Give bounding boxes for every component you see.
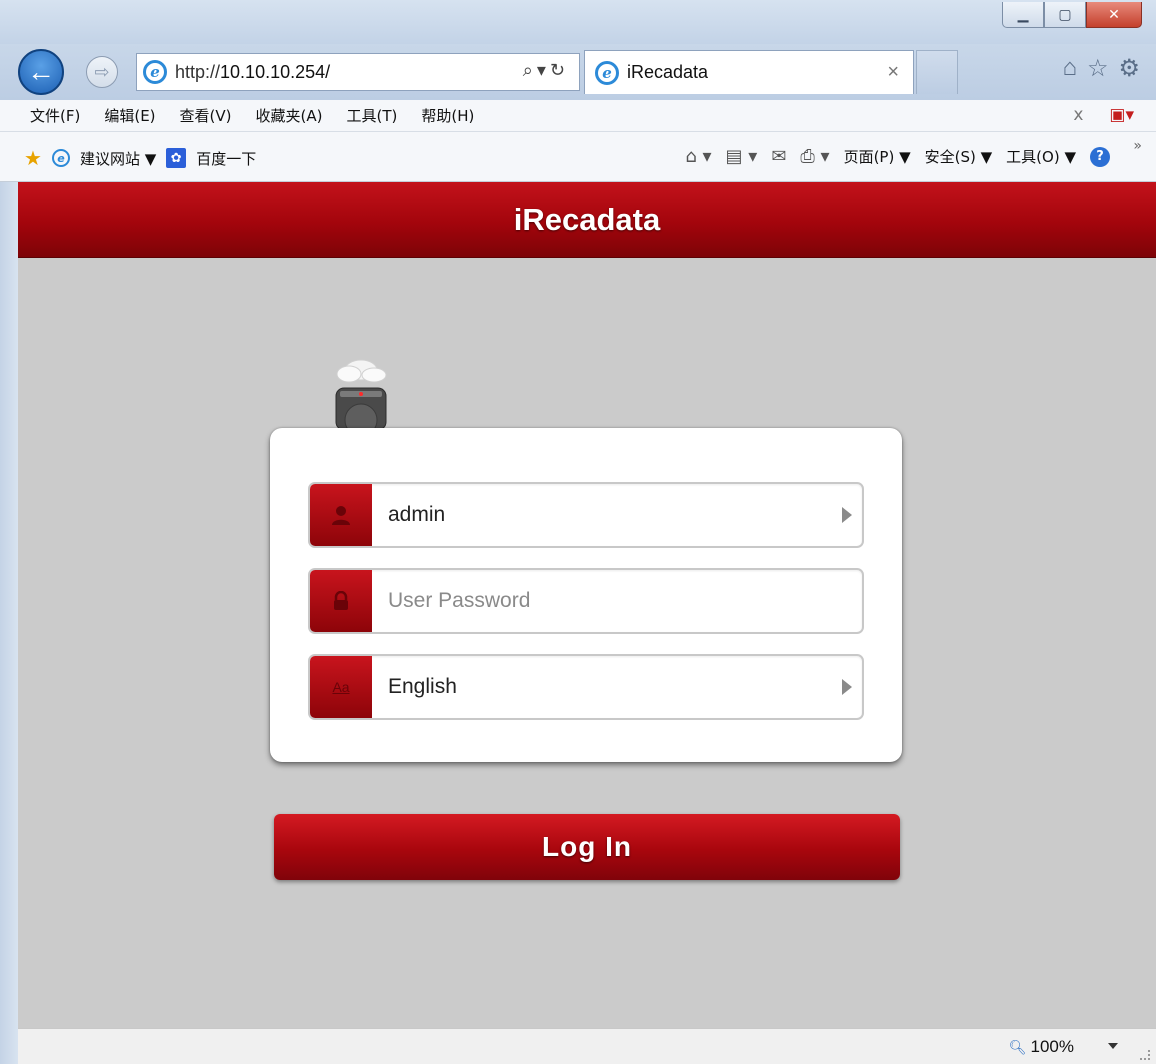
- address-tools: ⌕▾↻: [522, 60, 569, 80]
- baidu-link[interactable]: 百度一下: [196, 148, 256, 169]
- zoom-control[interactable]: 🔍︎ 100%: [1009, 1037, 1074, 1057]
- username-dropdown-arrow-icon[interactable]: [842, 507, 852, 523]
- page-header: iRecadata: [18, 182, 1156, 258]
- language-value: English: [388, 675, 457, 698]
- menu-edit[interactable]: 编辑(E): [104, 105, 155, 126]
- menu-view[interactable]: 查看(V): [180, 105, 232, 126]
- menu-tools[interactable]: 工具(T): [346, 105, 397, 126]
- browser-right-icons: ⌂ ☆ ⚙: [1062, 54, 1140, 83]
- home-icon[interactable]: ⌂: [1062, 54, 1077, 83]
- zoom-dropdown-arrow-icon[interactable]: [1108, 1043, 1118, 1049]
- print-icon[interactable]: ⎙ ▾: [800, 146, 829, 167]
- suggested-sites-icon: e: [51, 149, 70, 167]
- zoom-level: 100%: [1030, 1037, 1074, 1056]
- gear-icon[interactable]: ⚙: [1118, 54, 1140, 83]
- favorites-star-icon[interactable]: ☆: [1087, 54, 1109, 83]
- favorites-left: ★ e 建议网站 ▼ ✿ 百度一下: [24, 146, 256, 170]
- favorites-bar: ★ e 建议网站 ▼ ✿ 百度一下 ⌂ ▾ ▤ ▾ ✉ ⎙ ▾ 页面(P) ▼ …: [0, 132, 1156, 182]
- resize-grip[interactable]: [1140, 1050, 1150, 1060]
- close-tab-icon[interactable]: ×: [887, 61, 899, 84]
- back-button[interactable]: ←: [18, 49, 64, 95]
- window-titlebar: ▁ ▢ ✕: [0, 0, 1156, 44]
- username-value: admin: [388, 503, 446, 526]
- menu-bar: 文件(F) 编辑(E) 查看(V) 收藏夹(A) 工具(T) 帮助(H) x ▣…: [0, 100, 1156, 132]
- page-title: iRecadata: [513, 201, 661, 237]
- command-bar: ⌂ ▾ ▤ ▾ ✉ ⎙ ▾ 页面(P) ▼ 安全(S) ▼ 工具(O) ▼ ?: [685, 146, 1110, 167]
- add-favorite-star-icon[interactable]: ★: [24, 146, 42, 170]
- feeds-icon[interactable]: ▤ ▾: [726, 146, 758, 167]
- suggested-sites-link[interactable]: 建议网站 ▼: [80, 148, 156, 169]
- close-window-button[interactable]: ✕: [1086, 2, 1142, 28]
- new-tab-button[interactable]: [916, 50, 958, 94]
- tab-title: iRecadata: [627, 62, 709, 82]
- address-row: ← ⇨ e http://10.10.10.254/ ⌕▾↻ e iRecada…: [0, 44, 1156, 100]
- minimize-button[interactable]: ▁: [1002, 2, 1044, 28]
- tools-menu[interactable]: 工具(O) ▼: [1006, 146, 1076, 167]
- menu-favorites[interactable]: 收藏夹(A): [256, 105, 323, 126]
- web-page: iRecadata admin User Password Aa English…: [18, 182, 1156, 1028]
- device-cloud-logo: [335, 359, 387, 430]
- lock-icon: [310, 570, 372, 632]
- maximize-button[interactable]: ▢: [1044, 2, 1086, 28]
- language-dropdown-arrow-icon[interactable]: [842, 679, 852, 695]
- back-arrow-icon: ←: [27, 56, 55, 87]
- forward-button[interactable]: ⇨: [86, 56, 118, 88]
- window-controls: ▁ ▢ ✕: [1002, 2, 1142, 28]
- login-card: admin User Password Aa English: [270, 428, 902, 762]
- login-button[interactable]: Log In: [274, 814, 900, 880]
- refresh-icon[interactable]: ↻: [550, 60, 569, 80]
- mail-icon[interactable]: ✉: [771, 146, 786, 167]
- window-left-edge: [0, 182, 18, 1064]
- zoom-icon: 🔍︎: [1008, 1038, 1027, 1055]
- close-menu-icon[interactable]: x: [1073, 105, 1083, 125]
- forward-arrow-icon: ⇨: [94, 61, 110, 82]
- user-icon: [310, 484, 372, 546]
- status-bar: 🔍︎ 100%: [18, 1028, 1156, 1064]
- menu-file[interactable]: 文件(F): [30, 105, 80, 126]
- baidu-paw-icon: ✿: [166, 148, 187, 168]
- menu-help[interactable]: 帮助(H): [421, 105, 474, 126]
- address-bar[interactable]: e http://10.10.10.254/ ⌕▾↻: [136, 53, 580, 91]
- menu-right-icons: x ▣▾: [1073, 105, 1134, 125]
- username-field[interactable]: admin: [308, 482, 864, 548]
- tab-ie-icon: e: [595, 60, 619, 85]
- search-icon[interactable]: ⌕: [523, 60, 537, 80]
- password-field[interactable]: User Password: [308, 568, 864, 634]
- tab-irecadata[interactable]: e iRecadata ×: [584, 50, 914, 94]
- safety-menu[interactable]: 安全(S) ▼: [925, 146, 993, 167]
- chevron-more-icon[interactable]: »: [1133, 138, 1142, 154]
- help-icon[interactable]: ?: [1090, 146, 1110, 167]
- language-select[interactable]: Aa English: [308, 654, 864, 720]
- page-menu[interactable]: 页面(P) ▼: [844, 146, 911, 167]
- pdf-icon[interactable]: ▣▾: [1109, 105, 1134, 125]
- language-icon: Aa: [310, 656, 372, 718]
- ie-logo-icon: e: [143, 60, 167, 84]
- url-prefix: http://: [175, 61, 221, 82]
- home-cmd-icon[interactable]: ⌂ ▾: [685, 146, 711, 167]
- password-placeholder: User Password: [388, 589, 531, 612]
- url-text: http://10.10.10.254/: [175, 62, 330, 83]
- url-host: 10.10.10.254/: [220, 61, 331, 82]
